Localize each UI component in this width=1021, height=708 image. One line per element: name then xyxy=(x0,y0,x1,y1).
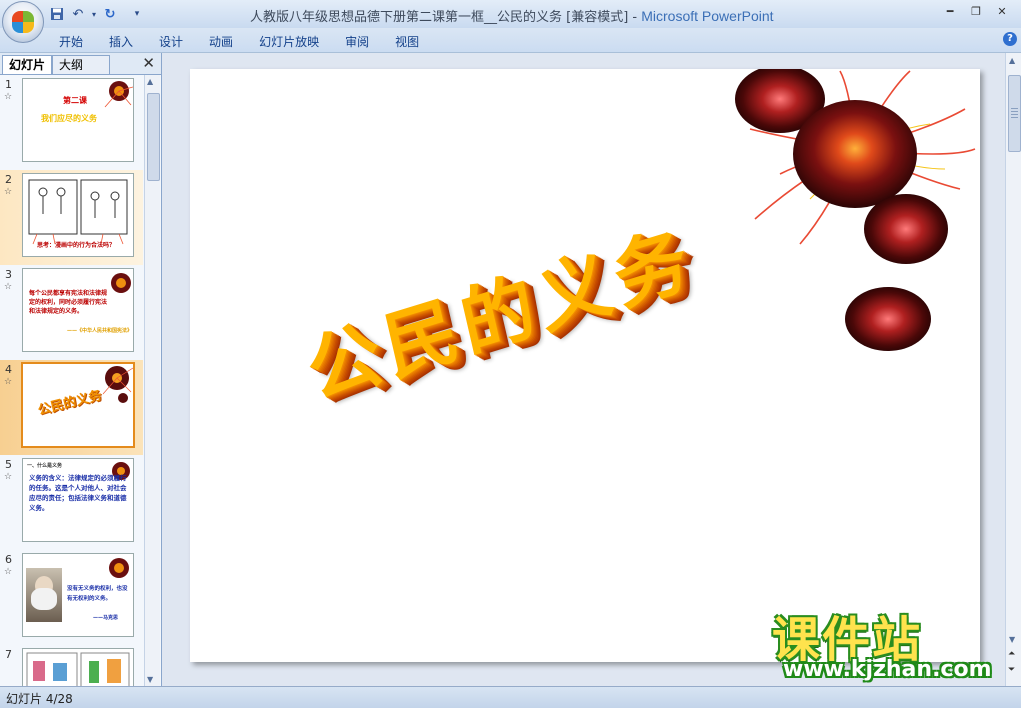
scrollbar-thumb[interactable] xyxy=(1008,75,1021,152)
comic-image xyxy=(26,652,130,686)
window-controls: ━ ❐ ✕ xyxy=(937,2,1015,20)
slide-preview: 公民的义务 xyxy=(21,362,135,448)
tab-design[interactable]: 设计 xyxy=(147,31,195,52)
slide-number: 3 xyxy=(5,268,12,281)
slide-thumb-5[interactable]: 5 ☆ 一、什么是义务 义务的含义：法律规定的必须履行的任务。这是个人对他人、对… xyxy=(0,455,143,550)
slide-body: 义务的含义：法律规定的必须履行的任务。这是个人对他人、对社会应尽的责任；包括法律… xyxy=(29,474,127,512)
slide-title: 第二课 xyxy=(63,96,87,105)
office-button[interactable] xyxy=(2,1,44,43)
slide-thumb-6[interactable]: 6 ☆ 没有无义务的权利，也没有无权利的义务。 ——马克思 xyxy=(0,550,143,645)
tab-outline[interactable]: 大纲 xyxy=(52,55,110,74)
slide-caption: 思考：漫画中的行为合法吗？ xyxy=(37,242,116,249)
undo-icon[interactable]: ↶ xyxy=(69,5,87,23)
slide-number: 7 xyxy=(5,648,12,661)
slides-pane: 幻灯片 大纲 ✕ 1 ☆ 第二课 我们应尽的义务 2 ☆ 思考：漫画中的行为合法… xyxy=(0,53,162,686)
slide-scrollbar[interactable]: ▲ ▼ ⏶ ⏷ xyxy=(1005,53,1021,686)
pane-tabs: 幻灯片 大纲 ✕ xyxy=(0,53,161,75)
watermark-url: www.kjzhan.com xyxy=(783,657,992,682)
undo-dropdown-icon[interactable]: ▾ xyxy=(90,5,98,23)
scroll-down-icon[interactable]: ▼ xyxy=(1009,635,1015,644)
window-title: 人教版八年级思想品德下册第二课第一框__公民的义务 [兼容模式] - Micro… xyxy=(250,6,774,25)
previous-slide-icon[interactable]: ⏶ xyxy=(1008,649,1015,659)
animation-star-icon: ☆ xyxy=(4,472,13,482)
slide-number: 1 xyxy=(5,78,12,91)
close-icon[interactable]: ✕ xyxy=(142,54,155,72)
quick-access-toolbar: ↶ ▾ ↻ ▾ xyxy=(48,4,146,24)
slide-number: 6 xyxy=(5,553,12,566)
slide-editor: 公民的义务 xyxy=(162,53,1005,686)
minimize-icon[interactable]: ━ xyxy=(937,2,963,20)
slide-thumb-4[interactable]: 4 ☆ 公民的义务 xyxy=(0,360,143,455)
status-bar: 幻灯片 4/28 xyxy=(0,686,1021,708)
thumbnails-scrollbar[interactable]: ▲ ▼ xyxy=(144,75,160,686)
tab-slideshow[interactable]: 幻灯片放映 xyxy=(247,31,331,52)
tab-view[interactable]: 视图 xyxy=(383,31,431,52)
redo-icon[interactable]: ↻ xyxy=(101,5,119,23)
tab-insert[interactable]: 插入 xyxy=(97,31,145,52)
animation-star-icon: ☆ xyxy=(4,377,13,387)
app-name: Microsoft PowerPoint xyxy=(641,8,774,24)
slide-thumb-2[interactable]: 2 ☆ 思考：漫画中的行为合法吗？ xyxy=(0,170,143,265)
office-logo-icon xyxy=(12,11,34,33)
scroll-up-icon[interactable]: ▲ xyxy=(147,77,153,86)
customize-icon[interactable]: ▾ xyxy=(128,5,146,23)
help-icon[interactable]: ? xyxy=(1003,32,1017,46)
slide-thumb-1[interactable]: 1 ☆ 第二课 我们应尽的义务 xyxy=(0,75,143,170)
restore-icon[interactable]: ❐ xyxy=(963,2,989,20)
slide-number: 2 xyxy=(5,173,12,186)
slide-preview: 没有无义务的权利，也没有无权利的义务。 ——马克思 xyxy=(22,553,134,637)
next-slide-icon[interactable]: ⏷ xyxy=(1008,665,1015,675)
slide-number: 5 xyxy=(5,458,12,471)
slide-preview: 思考：漫画中的行为合法吗？ xyxy=(22,173,134,257)
tab-slides[interactable]: 幻灯片 xyxy=(2,55,53,74)
scrollbar-thumb[interactable] xyxy=(147,93,160,181)
slide-body: 每个公民都享有宪法和法律规定的权利，同时必须履行宪法和法律规定的义务。 xyxy=(29,290,108,315)
tab-home[interactable]: 开始 xyxy=(47,31,95,52)
slide-number: 4 xyxy=(5,363,12,376)
close-icon[interactable]: ✕ xyxy=(989,2,1015,20)
slide-preview: 第二课 我们应尽的义务 xyxy=(22,78,134,162)
animation-star-icon: ☆ xyxy=(4,92,13,102)
slide-preview xyxy=(22,648,134,686)
slide-author: ——马克思 xyxy=(93,615,119,621)
slide-subtitle: 我们应尽的义务 xyxy=(41,114,97,123)
slide-canvas[interactable]: 公民的义务 xyxy=(190,69,980,662)
animation-star-icon: ☆ xyxy=(4,187,13,197)
slide-counter: 幻灯片 4/28 xyxy=(6,692,73,706)
save-icon[interactable] xyxy=(48,5,66,23)
tab-animation[interactable]: 动画 xyxy=(197,31,245,52)
ribbon: 开始 插入 设计 动画 幻灯片放映 审阅 视图 ? xyxy=(0,28,1021,53)
slide-source: ——《中华人民共和国宪法》 xyxy=(67,328,133,334)
tab-review[interactable]: 审阅 xyxy=(333,31,381,52)
animation-star-icon: ☆ xyxy=(4,567,13,577)
title-separator: - xyxy=(628,10,642,25)
slide-heading: 一、什么是义务 xyxy=(27,463,63,469)
ribbon-tabs: 开始 插入 设计 动画 幻灯片放映 审阅 视图 xyxy=(47,31,433,52)
slide-quote: 没有无义务的权利，也没有无权利的义务。 xyxy=(67,586,128,602)
scroll-down-icon[interactable]: ▼ xyxy=(147,675,153,684)
slide-thumb-7[interactable]: 7 xyxy=(0,645,143,686)
slide-thumbnails: 1 ☆ 第二课 我们应尽的义务 2 ☆ 思考：漫画中的行为合法吗？ 3 ☆ 每个… xyxy=(0,75,143,686)
title-bar: ↶ ▾ ↻ ▾ 人教版八年级思想品德下册第二课第一框__公民的义务 [兼容模式]… xyxy=(0,0,1021,43)
document-title: 人教版八年级思想品德下册第二课第一框__公民的义务 [兼容模式] xyxy=(250,10,629,25)
scroll-up-icon[interactable]: ▲ xyxy=(1009,56,1015,65)
slide-preview: 每个公民都享有宪法和法律规定的权利，同时必须履行宪法和法律规定的义务。 ——《中… xyxy=(22,268,134,352)
slide-thumb-3[interactable]: 3 ☆ 每个公民都享有宪法和法律规定的权利，同时必须履行宪法和法律规定的义务。 … xyxy=(0,265,143,360)
animation-star-icon: ☆ xyxy=(4,282,13,292)
slide-preview: 一、什么是义务 义务的含义：法律规定的必须履行的任务。这是个人对他人、对社会应尽… xyxy=(22,458,134,542)
